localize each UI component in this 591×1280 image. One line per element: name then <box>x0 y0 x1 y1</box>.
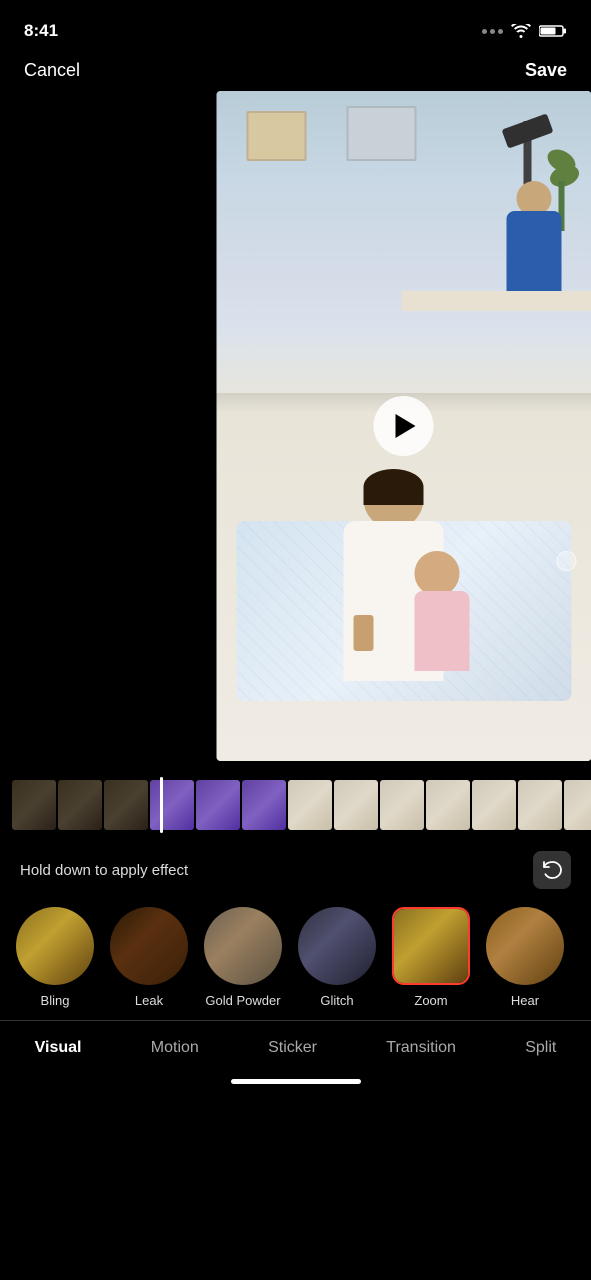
effects-row: Bling Leak Gold Powder Glitch Zoom Hear <box>0 899 591 1016</box>
timeline-frame <box>104 780 148 830</box>
timeline-playhead <box>160 777 163 833</box>
top-bar: Cancel Save <box>0 50 591 91</box>
effect-label-glitch: Glitch <box>320 993 353 1008</box>
effect-thumbnail-hear <box>486 907 564 985</box>
timeline-frame <box>334 780 378 830</box>
child-figure <box>415 551 470 671</box>
cursor-hint <box>556 551 576 571</box>
home-indicator <box>231 1079 361 1084</box>
timeline-frame <box>12 780 56 830</box>
undo-icon <box>542 861 562 879</box>
timeline-frame <box>518 780 562 830</box>
scene-bottom <box>216 326 591 762</box>
hold-down-bar: Hold down to apply effect <box>0 841 591 899</box>
cancel-button[interactable]: Cancel <box>24 60 80 81</box>
timeline-strip[interactable] <box>0 777 591 833</box>
effect-label-hear: Hear <box>511 993 539 1008</box>
play-button[interactable] <box>374 396 434 456</box>
tab-bar: Visual Motion Sticker Transition Split <box>0 1020 591 1071</box>
timeline-frame <box>58 780 102 830</box>
status-time: 8:41 <box>24 21 58 41</box>
timeline-frame <box>426 780 470 830</box>
tab-transition[interactable]: Transition <box>378 1035 464 1061</box>
effect-label-bling: Bling <box>41 993 70 1008</box>
video-preview <box>216 91 591 761</box>
effect-hear[interactable]: Hear <box>486 907 564 1008</box>
effect-bling[interactable]: Bling <box>16 907 94 1008</box>
wifi-icon <box>511 24 531 38</box>
signal-icon <box>482 29 503 34</box>
tab-motion[interactable]: Motion <box>143 1035 207 1061</box>
tab-sticker[interactable]: Sticker <box>260 1035 325 1061</box>
tab-visual[interactable]: Visual <box>27 1035 90 1061</box>
timeline-frame <box>196 780 240 830</box>
save-button[interactable]: Save <box>525 60 567 81</box>
effect-zoom[interactable]: Zoom <box>392 907 470 1008</box>
video-bg <box>216 91 591 761</box>
effect-label-leak: Leak <box>135 993 163 1008</box>
battery-icon <box>539 24 567 38</box>
timeline-frame <box>380 780 424 830</box>
effect-label-gold-powder: Gold Powder <box>205 993 280 1008</box>
wall-art-left <box>246 111 306 161</box>
hold-down-text: Hold down to apply effect <box>20 862 188 879</box>
tab-split[interactable]: Split <box>517 1035 564 1061</box>
effect-glitch[interactable]: Glitch <box>298 907 376 1008</box>
timeline-frame <box>242 780 286 830</box>
effect-leak[interactable]: Leak <box>110 907 188 1008</box>
wall-art-right <box>346 106 416 161</box>
undo-button[interactable] <box>533 851 571 889</box>
timeline-frame <box>564 780 591 830</box>
effect-thumbnail-bling <box>16 907 94 985</box>
desk-person <box>441 131 561 311</box>
status-bar: 8:41 <box>0 0 591 50</box>
effect-gold-powder[interactable]: Gold Powder <box>204 907 282 1008</box>
effect-thumbnail-glitch <box>298 907 376 985</box>
play-icon <box>396 414 416 438</box>
effect-thumbnail-leak <box>110 907 188 985</box>
timeline-container <box>0 761 591 841</box>
effect-label-zoom: Zoom <box>414 993 447 1008</box>
timeline-frame <box>150 780 194 830</box>
status-icons <box>482 24 567 38</box>
effect-thumbnail-zoom <box>392 907 470 985</box>
timeline-frame <box>288 780 332 830</box>
effect-thumbnail-gold-powder <box>204 907 282 985</box>
timeline-frame <box>472 780 516 830</box>
